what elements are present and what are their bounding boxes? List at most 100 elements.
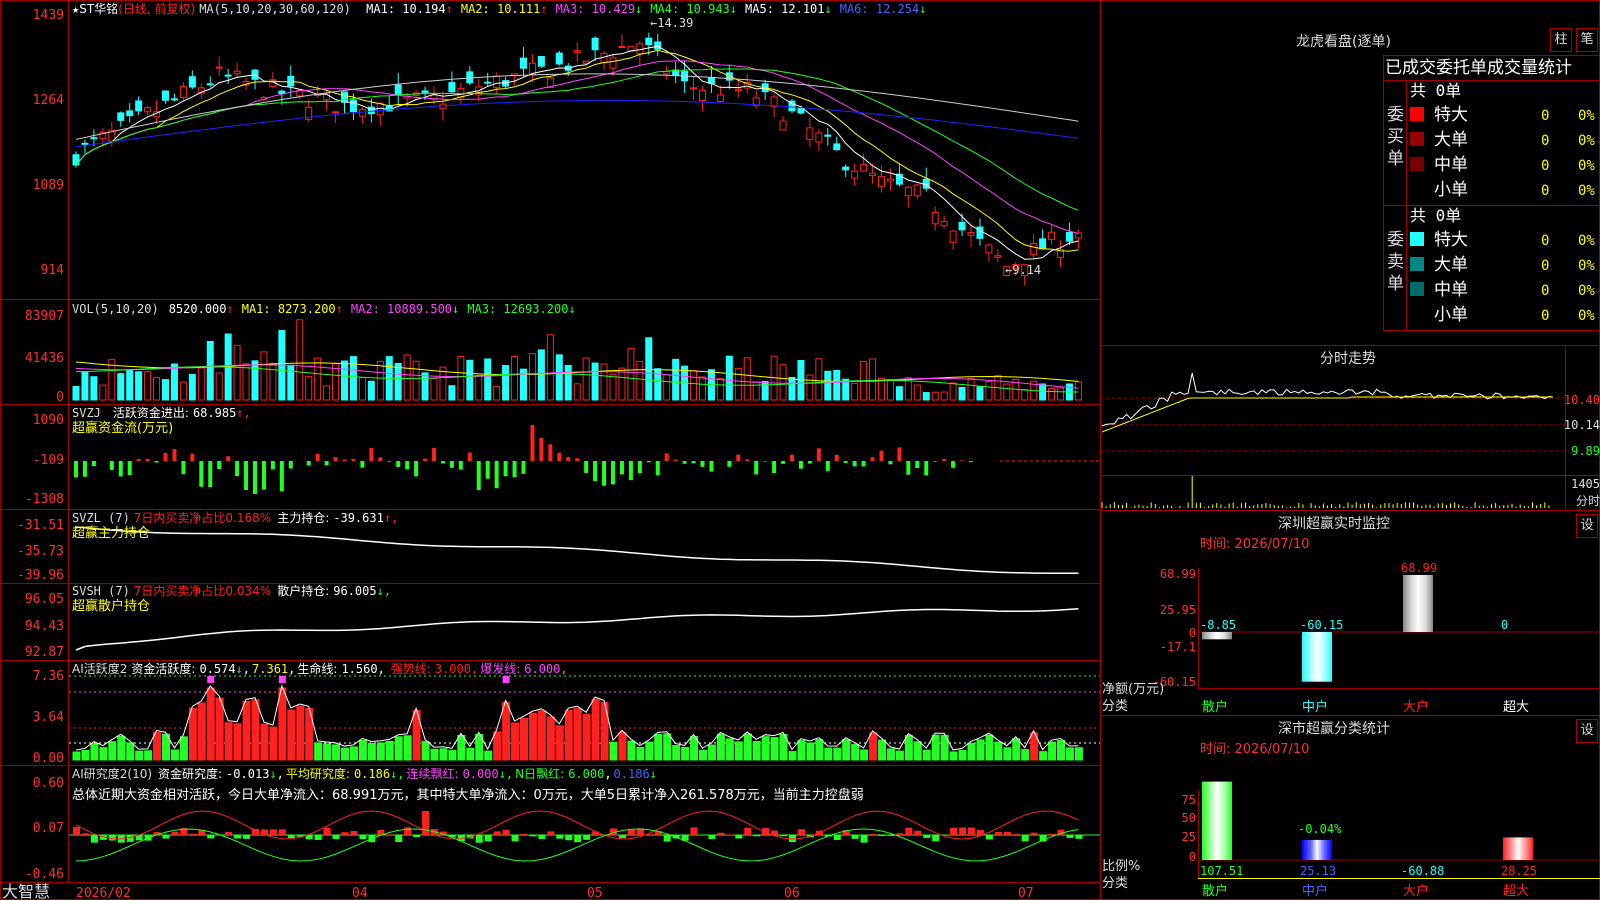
candle-body [904,186,912,197]
volume-bar [206,341,214,401]
svg-text:68.99: 68.99 [1160,567,1196,581]
activity-bar [358,739,367,761]
ma-item: MA6: 12.254 [840,2,919,16]
lhb-row-name: 大单 [1434,255,1468,275]
svg-text:1439: 1439 [33,8,64,23]
activity-bar [681,746,690,761]
intraday-layer [1100,345,1600,510]
research-bar [663,835,671,842]
bar-view-tab[interactable]: 柱 [1550,28,1572,52]
volume-bar [940,391,948,401]
sz-time: 时间: 2026/07/10 [1200,537,1309,552]
activity-bar [108,741,117,761]
activity-bar [761,736,770,761]
research-bar [413,835,421,838]
candle-body [117,112,125,121]
volume-bar [609,374,617,401]
volume-bar [725,355,733,401]
lhb-total: 共 0单 [1410,206,1461,225]
panel-grid [0,0,1600,900]
lhb-row-name: 小单 [1434,180,1468,200]
candle-body [349,99,357,113]
candle-body [1048,231,1056,240]
svg-text:10.14: 10.14 [1564,418,1600,432]
sc-category: 超大 [1503,884,1529,899]
lhb-row-name: 大单 [1434,130,1468,150]
svzl-header: SVZL (7) 7日内买卖净占比0.168% 主力持仓: -39.631↑, [72,510,398,525]
volume-bar [949,382,957,401]
monitor-bars-layer: -8.85 散户 -60.15 中户 68.99 大户 0 超大 107.51 散户 25.13 中户… [1198,561,1600,899]
activity-bar [493,731,502,761]
volume-bar [90,376,98,401]
candle-body [833,143,841,151]
tick-view-tab[interactable]: 笔 [1576,28,1598,52]
svg-text:-39.96: -39.96 [17,568,64,583]
research-bar [708,835,716,839]
candle-body [135,100,143,112]
svg-text:1405: 1405 [1571,477,1600,491]
activity-bar [99,747,108,761]
svg-text:1264: 1264 [33,93,64,108]
activity-bar [511,722,520,761]
date-axis: 2026/02 04 05 06 07 [76,886,1034,900]
research-bar [359,835,367,840]
volume-bar [170,363,178,401]
volume-bar [833,369,841,401]
volume-bar [188,374,196,401]
svg-text:分时: 分时 [1576,494,1600,508]
volume-bar [537,349,545,401]
volume-bar [72,385,80,401]
activity-bar [215,697,224,761]
activity-bar [430,748,439,761]
research-bar [556,835,564,839]
activity-bar [591,698,600,761]
candle-body [421,90,429,93]
lhb-row-name: 特大 [1434,105,1468,125]
research-bar [1012,834,1020,835]
sc-settings-button[interactable]: 设 [1576,719,1598,743]
research-bar [538,835,546,839]
volume-bar [242,363,250,401]
retail-holding-line [75,607,1079,651]
candle-body [707,76,715,84]
vol-ma-arrow: ↓ [452,302,459,316]
volume-bar [493,385,501,401]
candle-body [967,232,975,236]
activity-bar [806,742,815,761]
ma-item: MA1: 10.194 [366,2,445,16]
volume-bar [314,357,322,401]
activity-bar [815,739,824,761]
research-bar [341,832,349,835]
candle-body [931,211,939,225]
research-bar [753,835,761,837]
activity-bar [520,717,528,761]
research-bar [1066,835,1074,838]
svg-text:25: 25 [1182,830,1196,844]
research-bar [565,835,573,841]
candle-body [851,170,859,179]
research-bar [73,827,80,835]
research-bar [797,829,805,835]
candle-body [376,102,384,116]
lhb-color-swatch [1410,157,1424,171]
stock-chart-canvas[interactable]: -8.85 散户 -60.15 中户 68.99 大户 0 超大 107.51 散户 25.13 中户… [0,0,1600,900]
svg-text:-0.46: -0.46 [25,867,64,882]
candle-body [493,75,501,89]
candle-body [170,98,178,101]
volume-bar [117,373,125,401]
sz-settings-button[interactable]: 设 [1576,514,1598,538]
volume-bar [421,372,429,401]
ma-line-ma120 [75,99,1079,148]
sc-bar-label: -60.88 [1401,864,1444,878]
svg-text:914: 914 [41,263,65,278]
research-bar [717,832,725,835]
research-bar [771,830,779,835]
volume-bar [376,360,384,401]
activity-bar [878,739,886,761]
candle-body [949,230,957,243]
activity-bar [609,741,618,761]
volume-bar [931,391,939,401]
activity-bar [860,749,869,761]
volume-bar [913,384,921,401]
activity-bar [707,744,716,761]
